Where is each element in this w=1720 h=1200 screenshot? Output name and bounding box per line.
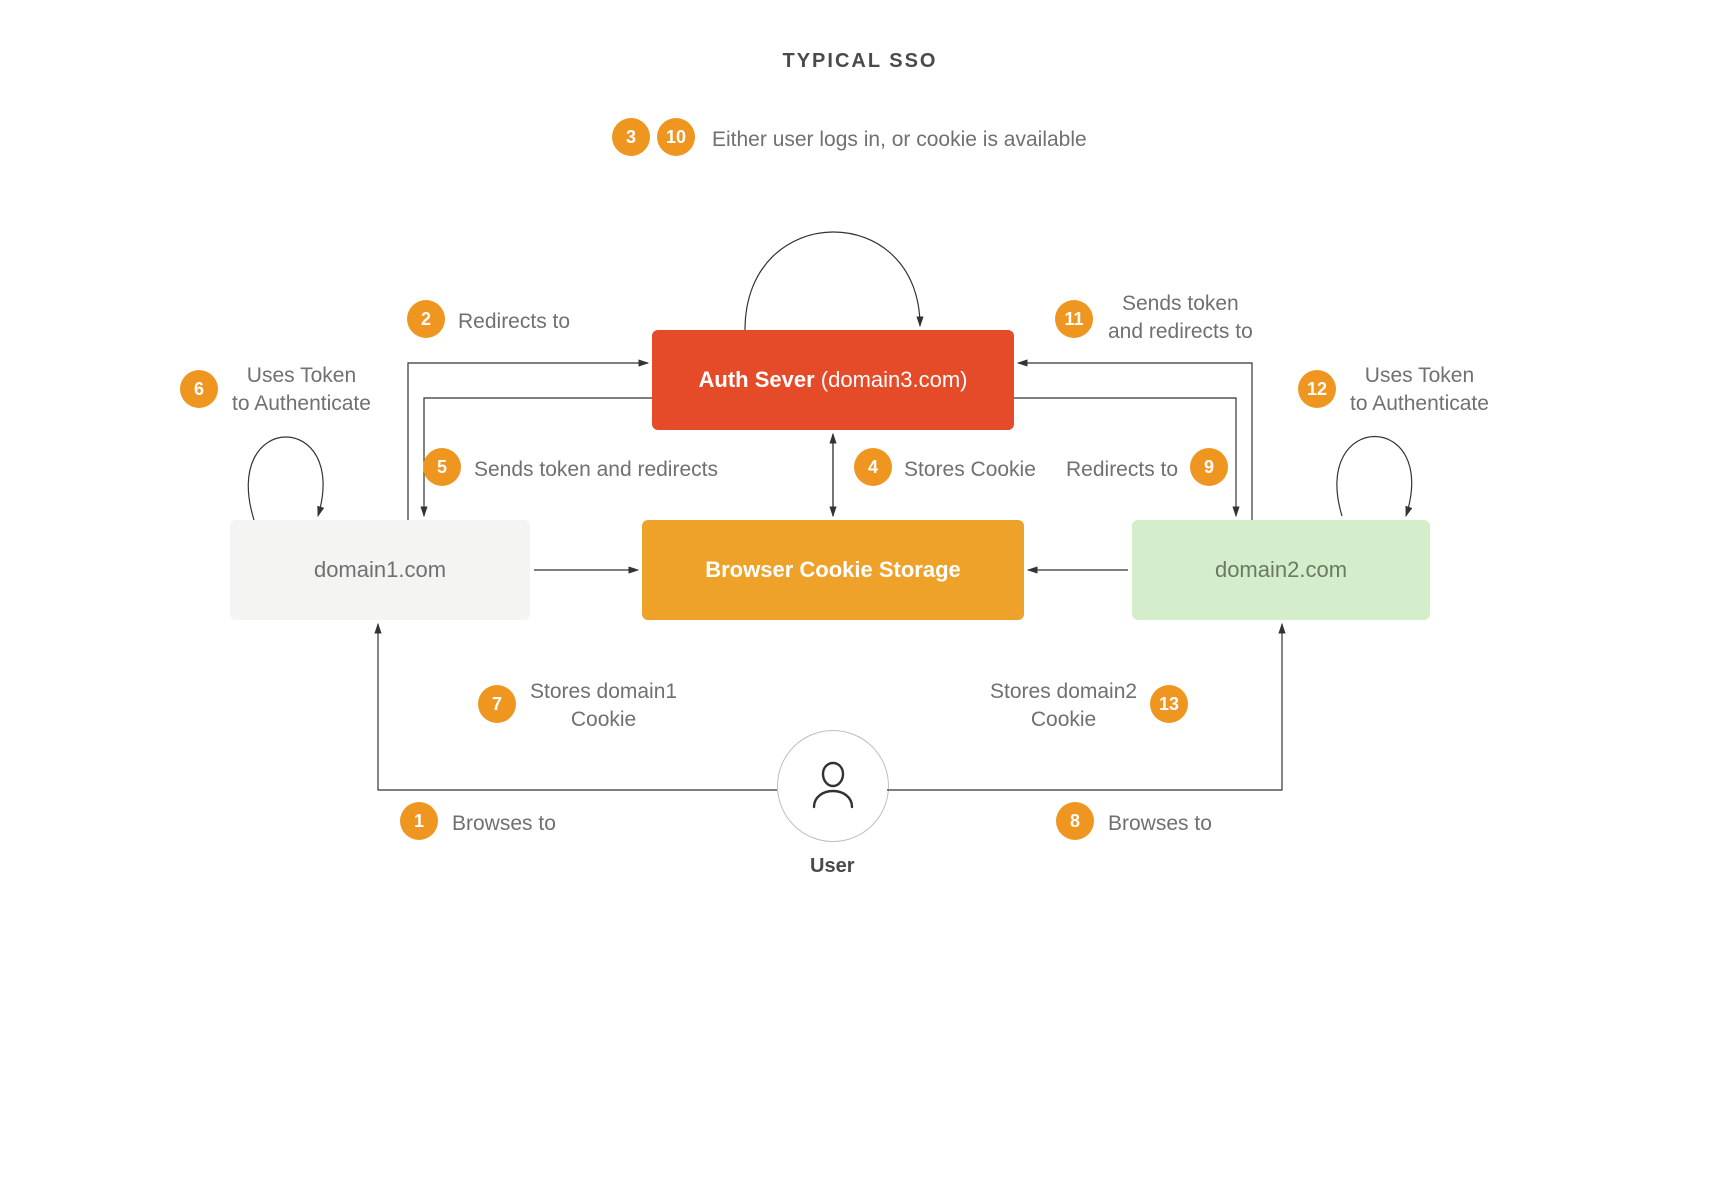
lbl-4: Stores Cookie <box>904 456 1036 484</box>
sso-diagram: TYPICAL SSO Auth Sever (domain3.com) Bro… <box>160 0 1560 960</box>
lbl-5: Sends token and redirects <box>474 456 718 484</box>
badge-9: 9 <box>1190 448 1228 486</box>
badge-5: 5 <box>423 448 461 486</box>
lbl-8: Browses to <box>1108 810 1212 838</box>
badge-7: 7 <box>478 685 516 723</box>
badge-11: 11 <box>1055 300 1093 338</box>
lbl-12: Uses Token to Authenticate <box>1350 362 1489 419</box>
lbl-1: Browses to <box>452 810 556 838</box>
lbl-9: Redirects to <box>1066 456 1178 484</box>
auth-server-box: Auth Sever (domain3.com) <box>652 330 1014 430</box>
auth-bold: Auth Sever <box>699 367 815 392</box>
user-icon <box>810 759 856 814</box>
lbl-13: Stores domain2 Cookie <box>990 678 1137 735</box>
domain1-box: domain1.com <box>230 520 530 620</box>
domain2-box: domain2.com <box>1132 520 1430 620</box>
lbl-2: Redirects to <box>458 308 570 336</box>
cookie-storage-box: Browser Cookie Storage <box>642 520 1024 620</box>
badge-12: 12 <box>1298 370 1336 408</box>
auth-rest: (domain3.com) <box>815 367 968 392</box>
badge-10: 10 <box>657 118 695 156</box>
badge-6: 6 <box>180 370 218 408</box>
lbl-7: Stores domain1 Cookie <box>530 678 677 735</box>
diagram-title: TYPICAL SSO <box>160 50 1560 73</box>
badge-8: 8 <box>1056 802 1094 840</box>
badge-4: 4 <box>854 448 892 486</box>
badge-2: 2 <box>407 300 445 338</box>
lbl-6: Uses Token to Authenticate <box>232 362 371 419</box>
lbl-3-10: Either user logs in, or cookie is availa… <box>712 126 1087 154</box>
badge-3: 3 <box>612 118 650 156</box>
badge-1: 1 <box>400 802 438 840</box>
user-node <box>777 730 889 842</box>
user-label: User <box>810 855 854 878</box>
badge-13: 13 <box>1150 685 1188 723</box>
lbl-11: Sends token and redirects to <box>1108 290 1253 347</box>
